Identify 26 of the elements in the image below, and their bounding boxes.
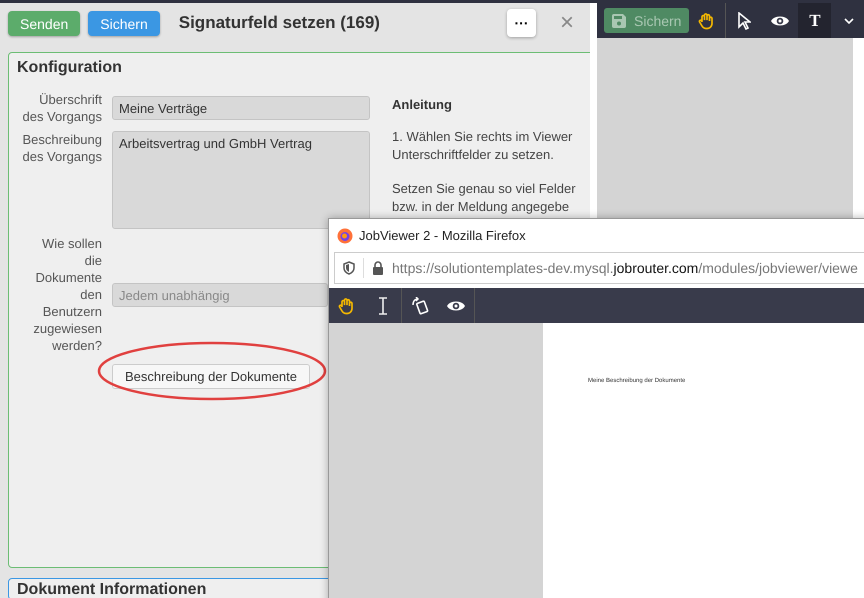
cursor-icon <box>737 12 752 30</box>
section-title: Dokument Informationen <box>17 581 208 598</box>
eye-icon <box>770 14 790 28</box>
shield-icon <box>343 261 355 275</box>
text-cursor-icon <box>378 296 388 314</box>
address-bar[interactable]: https://solutiontemplates-dev.mysql.jobrouter.com/modules/jobviewer/viewe <box>334 252 864 284</box>
field-label: Beschreibung des Vorgangs <box>21 131 102 165</box>
instructions-title: Anleitung <box>392 97 453 112</box>
url-text: https://solutiontemplates-dev.mysql.jobrouter.com/modules/jobviewer/viewe <box>392 260 858 276</box>
textarea-field[interactable]: Arbeitsvertrag und GmbH Vertrag <box>112 131 370 229</box>
more-button[interactable]: ··· <box>507 9 536 37</box>
rotate-icon <box>411 296 429 314</box>
input-field[interactable]: Meine Verträge <box>112 96 370 120</box>
instructions-text: Setzen Sie genau so viel Felder bzw. in der Meldung angegebe <box>392 180 577 216</box>
window-title: JobViewer 2 - Mozilla Firefox <box>359 228 526 243</box>
instructions-text: 1. Wählen Sie rechts im Viewer Unterschriftfelder zu setzen. <box>392 128 574 164</box>
browser-logo-icon <box>337 228 353 244</box>
eye-icon <box>446 298 466 312</box>
text-tool-button[interactable]: T <box>798 3 832 38</box>
lock-icon <box>372 261 384 275</box>
section-title: Konfiguration <box>17 59 123 77</box>
field-label: Überschrift des Vorgangs <box>21 91 102 125</box>
documents-description-button[interactable]: Beschreibung der Dokumente <box>112 364 310 389</box>
chevron-down-icon <box>844 18 854 24</box>
field-label: Wie sollen die Dokumente den Benutzern zugewiesen werden? <box>32 235 102 354</box>
panel-title: Signaturfeld setzen (169) <box>178 13 381 33</box>
